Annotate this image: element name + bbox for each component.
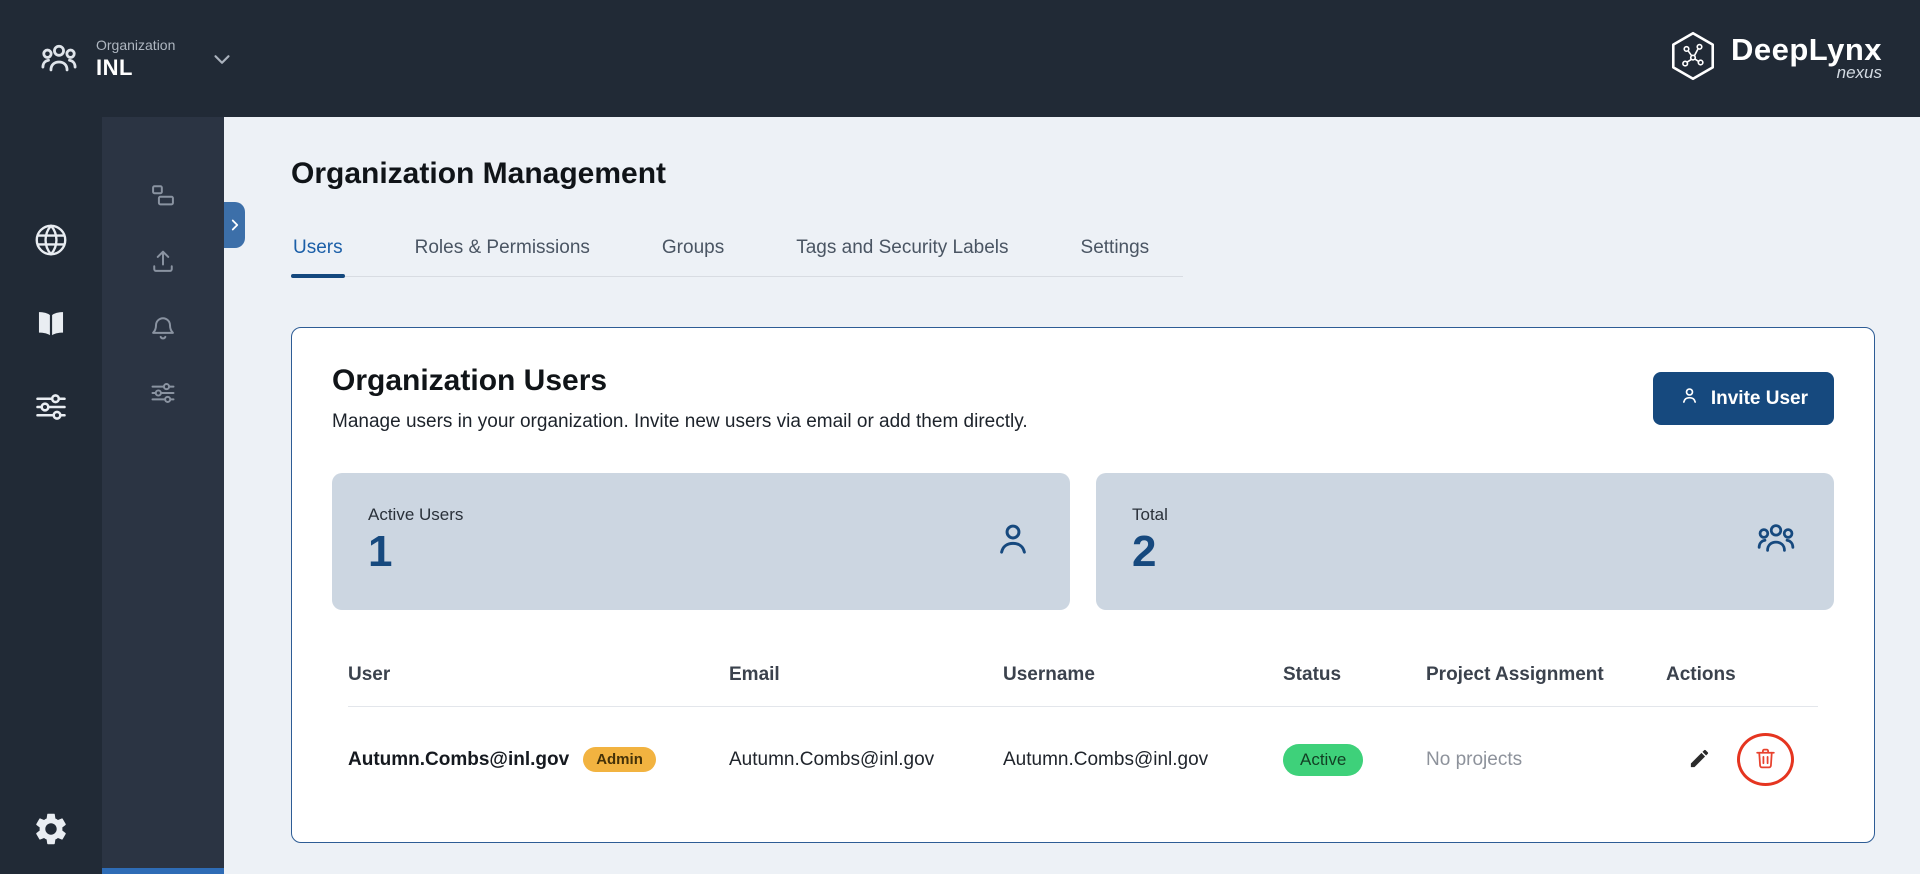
primary-sidebar (0, 117, 102, 874)
globe-icon[interactable] (32, 221, 70, 259)
stat-active-users: Active Users 1 (332, 473, 1070, 610)
person-icon (992, 518, 1034, 565)
stat-total-value: 2 (1132, 527, 1157, 577)
people-icon (38, 38, 80, 80)
organization-switcher[interactable]: Organization INL (38, 37, 235, 81)
organization-name: INL (96, 54, 133, 80)
header-username: Username (1003, 664, 1095, 685)
brand-subtitle: nexus (1836, 63, 1882, 82)
brand-logo: DeepLynx nexus (1667, 30, 1882, 87)
tab-roles-permissions[interactable]: Roles & Permissions (413, 237, 592, 276)
bell-icon[interactable] (149, 313, 177, 341)
tune-icon[interactable] (149, 379, 177, 407)
header-project-assignment: Project Assignment (1426, 664, 1604, 685)
user-username: Autumn.Combs@inl.gov (1003, 748, 1209, 770)
user-email: Autumn.Combs@inl.gov (729, 748, 935, 770)
stats-row: Active Users 1 Total 2 (332, 473, 1834, 610)
app-window: Organization INL DeepLynx nexus Organiza… (0, 0, 1920, 874)
people-icon (1754, 517, 1798, 566)
header-email: Email (729, 664, 780, 685)
top-bar: Organization INL DeepLynx nexus (0, 0, 1920, 117)
chevron-down-icon[interactable] (209, 46, 235, 72)
book-icon[interactable] (32, 305, 70, 343)
stat-total-label: Total (1132, 505, 1168, 525)
table-row: Autumn.Combs@inl.gov Admin Autumn.Combs@… (348, 707, 1818, 800)
organization-users-card: Organization Users Manage users in your … (291, 327, 1875, 843)
person-icon (1679, 385, 1700, 412)
drawer-expand-toggle[interactable] (224, 202, 245, 248)
tab-settings[interactable]: Settings (1079, 237, 1152, 276)
invite-user-button[interactable]: Invite User (1652, 372, 1834, 425)
stat-active-users-label: Active Users (368, 505, 464, 525)
project-assignment-value: No projects (1426, 748, 1523, 770)
delete-trash-icon (1753, 746, 1778, 774)
stat-total-users: Total 2 (1096, 473, 1834, 610)
deeplynx-hexagon-logo (1667, 30, 1719, 87)
header-actions: Actions (1666, 664, 1736, 685)
annotation-circle (1737, 733, 1794, 786)
admin-badge: Admin (583, 747, 656, 772)
page-title: Organization Management (291, 157, 667, 190)
gear-icon[interactable] (32, 810, 70, 848)
card-title: Organization Users (332, 364, 608, 397)
tab-groups[interactable]: Groups (660, 237, 726, 276)
organization-label: Organization (96, 36, 176, 53)
users-table: User Email Username Status Project Assig… (332, 656, 1834, 800)
tab-bar: Users Roles & Permissions Groups Tags an… (291, 237, 1183, 278)
upload-icon[interactable] (149, 247, 177, 275)
status-badge: Active (1283, 743, 1364, 776)
main-content: Organization Management Users Roles & Pe… (224, 117, 1920, 874)
tab-users[interactable]: Users (291, 237, 345, 278)
sliders-icon[interactable] (33, 389, 69, 425)
users-table-header: User Email Username Status Project Assig… (348, 656, 1818, 707)
edit-user-button[interactable] (1688, 747, 1711, 773)
brand-name: DeepLynx (1730, 32, 1882, 67)
user-name: Autumn.Combs@inl.gov (348, 748, 570, 770)
card-subtitle: Manage users in your organization. Invit… (332, 411, 1028, 432)
tab-tags-security-labels[interactable]: Tags and Security Labels (794, 237, 1010, 276)
secondary-sidebar (102, 117, 224, 874)
stat-active-users-value: 1 (368, 527, 393, 577)
header-status: Status (1283, 664, 1342, 685)
invite-user-label: Invite User (1710, 387, 1808, 409)
delete-user-button[interactable] (1753, 746, 1778, 774)
header-user: User (348, 664, 391, 685)
edit-pencil-icon (1688, 747, 1711, 773)
dashboard-icon[interactable] (149, 181, 177, 209)
subrail-bottom-accent (102, 868, 224, 874)
